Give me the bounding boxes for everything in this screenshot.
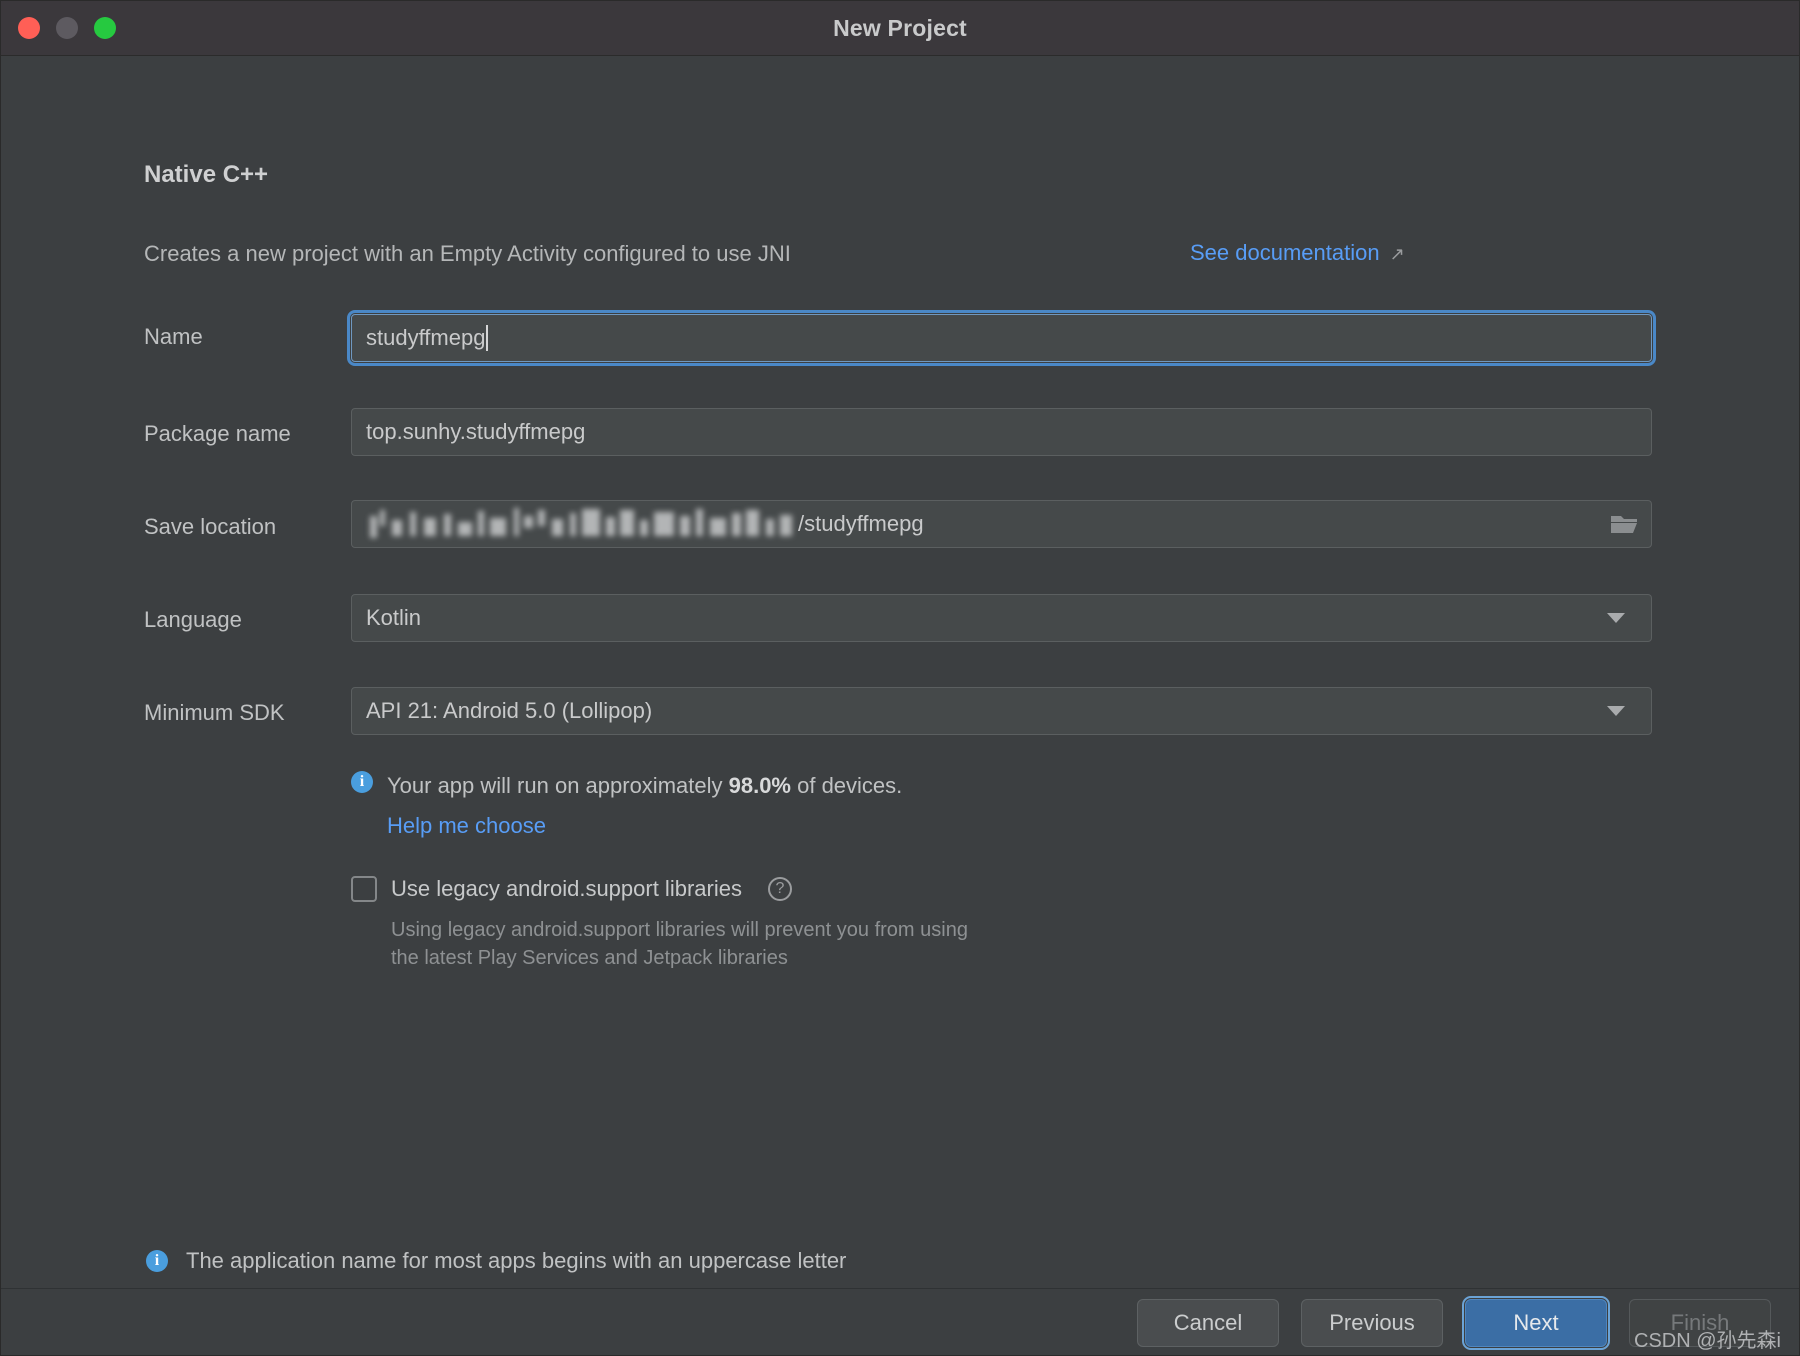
sdk-coverage-percent: 98.0% [728, 773, 791, 798]
use-legacy-libraries-label: Use legacy android.support libraries [391, 876, 742, 901]
minimum-sdk-label: Minimum SDK [144, 700, 285, 725]
traffic-light-group [18, 17, 116, 39]
close-window-button[interactable] [18, 17, 40, 39]
validation-hint-text: The application name for most apps begin… [186, 1248, 847, 1273]
package-name-value: top.sunhy.studyffmepg [366, 419, 586, 444]
language-value: Kotlin [366, 605, 422, 630]
save-location-label: Save location [144, 514, 277, 539]
new-project-dialog: New Project Native C++ Creates a new pro… [0, 0, 1800, 1356]
info-icon: i [351, 771, 373, 793]
name-input-value: studyffmepg [366, 325, 486, 350]
sdk-coverage-suffix: of devices. [791, 773, 903, 798]
name-label: Name [144, 324, 203, 349]
chevron-down-icon [1607, 613, 1625, 623]
language-select[interactable]: Kotlin [351, 594, 1652, 642]
help-me-choose-link[interactable]: Help me choose [387, 811, 902, 841]
info-icon: i [146, 1250, 168, 1272]
legacy-checkbox-row[interactable]: Use legacy android.support libraries ? [351, 876, 968, 902]
language-label: Language [144, 607, 242, 632]
template-heading: Native C++ [144, 161, 269, 188]
dialog-footer: Cancel Previous Next Finish CSDN @孙先森i [1, 1288, 1799, 1355]
template-description: Creates a new project with an Empty Acti… [144, 241, 791, 266]
legacy-description-line2: the latest Play Services and Jetpack lib… [391, 947, 788, 970]
dialog-content: Native C++ Creates a new project with an… [1, 56, 1799, 1288]
question-mark-icon[interactable]: ? [767, 877, 792, 901]
sdk-coverage-prefix: Your app will run on approximately [387, 773, 729, 798]
package-name-input[interactable]: top.sunhy.studyffmepg [351, 408, 1652, 456]
legacy-description-line1: Using legacy android.support libraries w… [391, 919, 968, 941]
see-documentation-link[interactable]: See documentation ↗ [1190, 240, 1405, 266]
folder-icon[interactable] [1607, 510, 1641, 538]
maximize-window-button[interactable] [94, 17, 116, 39]
next-button[interactable]: Next [1462, 1296, 1610, 1350]
previous-button[interactable]: Previous [1301, 1299, 1443, 1347]
save-location-suffix: /studyffmepg [798, 511, 924, 536]
use-legacy-libraries-checkbox[interactable] [351, 876, 377, 902]
legacy-support-section: Use legacy android.support libraries ? U… [351, 876, 968, 973]
sdk-coverage-text: Your app will run on approximately 98.0%… [387, 771, 902, 840]
minimum-sdk-value: API 21: Android 5.0 (Lollipop) [366, 698, 653, 723]
save-location-input[interactable]: /studyffmepg [351, 500, 1652, 548]
finish-button: Finish [1629, 1299, 1771, 1347]
name-input[interactable]: studyffmepg [347, 310, 1656, 366]
minimize-window-button[interactable] [56, 17, 78, 39]
see-documentation-label: See documentation [1190, 240, 1380, 265]
redacted-path-pixels [366, 504, 798, 544]
text-cursor [486, 325, 489, 351]
legacy-description: Using legacy android.support libraries w… [391, 916, 968, 973]
window-titlebar: New Project [1, 1, 1799, 56]
package-name-label: Package name [144, 421, 291, 446]
sdk-coverage-info: i Your app will run on approximately 98.… [351, 771, 902, 840]
chevron-down-icon [1607, 706, 1625, 716]
cancel-button[interactable]: Cancel [1137, 1299, 1279, 1347]
validation-hint: i The application name for most apps beg… [146, 1248, 846, 1274]
minimum-sdk-select[interactable]: API 21: Android 5.0 (Lollipop) [351, 687, 1652, 735]
window-title: New Project [833, 14, 967, 41]
external-link-icon: ↗ [1389, 244, 1405, 264]
